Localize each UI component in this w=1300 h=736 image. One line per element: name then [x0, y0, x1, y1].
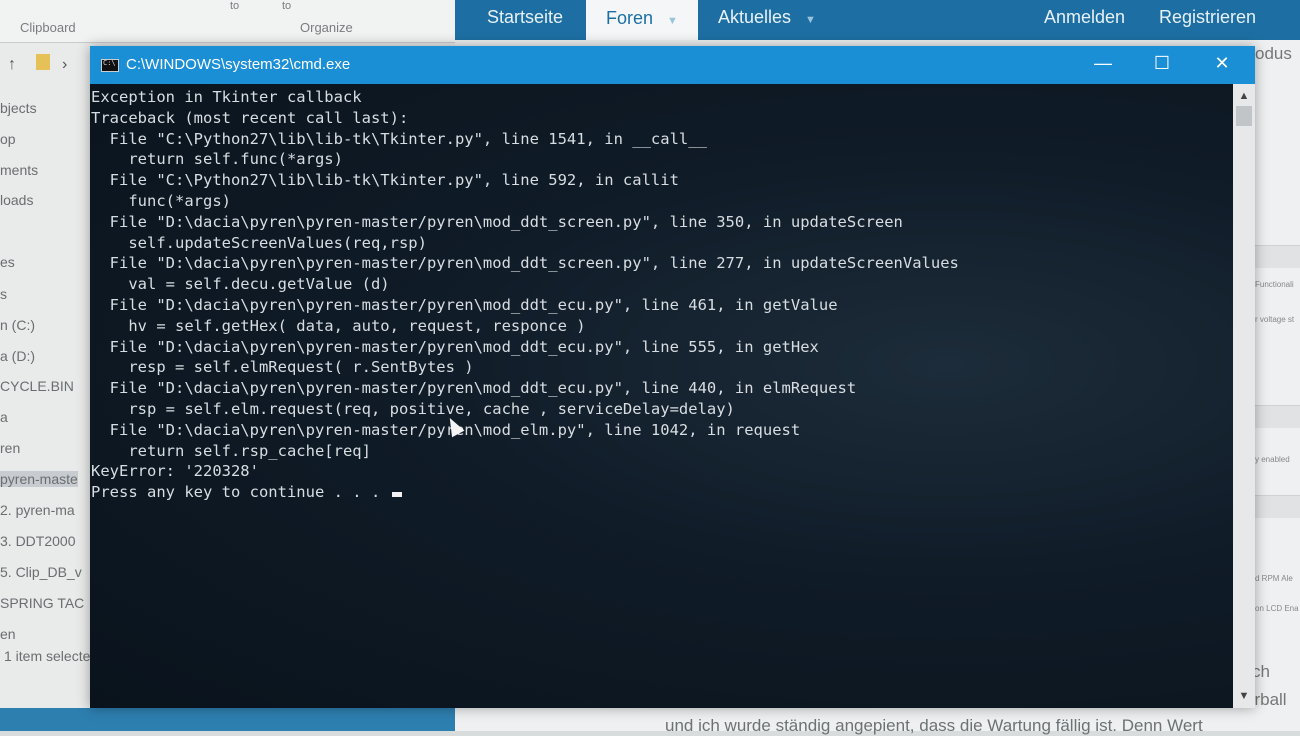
nav-item-selected[interactable]: pyren-maste — [0, 471, 78, 487]
console-prompt: Press any key to continue . . . — [91, 483, 390, 502]
console-line: hv = self.getHex( data, auto, request, r… — [91, 316, 586, 335]
console-line: KeyError: '220328' — [91, 462, 259, 481]
scroll-up-icon[interactable]: ▲ — [1233, 86, 1255, 106]
nav-tab-label: Startseite — [487, 7, 564, 27]
folder-icon — [36, 54, 50, 70]
cmd-window[interactable]: C:\WINDOWS\system32\cmd.exe — ☐ ✕ Except… — [90, 46, 1255, 708]
title-bar[interactable]: C:\WINDOWS\system32\cmd.exe — ☐ ✕ — [90, 46, 1255, 84]
ribbon-small-label: to — [282, 0, 292, 12]
forum-side-box — [1250, 495, 1300, 518]
forum-side-snippet: y enabled — [1255, 455, 1290, 464]
nav-tab-label: Foren — [606, 8, 654, 28]
nav-item[interactable]: 5. Clip_DB_v — [0, 564, 82, 580]
forum-side-snippet: r voltage st — [1255, 315, 1295, 324]
nav-tab-aktuelles[interactable]: Aktuelles ▼ — [718, 7, 816, 28]
nav-item[interactable]: a — [0, 409, 8, 425]
console-line: self.updateScreenValues(req,rsp) — [91, 233, 427, 252]
console-line: resp = self.elmRequest( r.SentBytes ) — [91, 358, 474, 377]
maximize-button[interactable]: ☐ — [1133, 46, 1191, 80]
scroll-thumb[interactable] — [1236, 106, 1252, 126]
forum-side-snippet: Functionali — [1255, 280, 1294, 289]
caret-down-icon[interactable]: ▼ — [667, 15, 678, 27]
ribbon-group-organize[interactable]: Organize — [300, 20, 353, 35]
cmd-icon[interactable] — [101, 59, 119, 72]
console-line: func(*args) — [91, 191, 231, 210]
console-line: File "D:\dacia\pyren\pyren-master/pyren\… — [91, 295, 838, 314]
nav-item-drive-d[interactable]: a (D:) — [0, 348, 35, 364]
caret-down-icon[interactable]: ▼ — [805, 14, 816, 26]
console-line: File "D:\dacia\pyren\pyren-master/pyren\… — [91, 420, 801, 439]
forum-side-box — [1250, 245, 1300, 268]
nav-item-recycle-bin[interactable]: CYCLE.BIN — [0, 378, 74, 394]
nav-item[interactable]: s — [0, 286, 7, 302]
console-line: File "C:\Python27\lib\lib-tk\Tkinter.py"… — [91, 171, 679, 190]
nav-item-drive-c[interactable]: n (C:) — [0, 317, 35, 333]
vertical-scrollbar[interactable]: ▲ ▼ — [1233, 84, 1255, 708]
console-text: Exception in Tkinter callback Traceback (… — [91, 87, 959, 503]
forum-side-text: odus — [1255, 44, 1292, 63]
console-line: rsp = self.elm.request(req, positive, ca… — [91, 399, 735, 418]
console-line: File "C:\Python27\lib\lib-tk\Tkinter.py"… — [91, 129, 707, 148]
nav-item[interactable]: ren — [0, 440, 20, 456]
console-line: Exception in Tkinter callback — [91, 88, 362, 106]
taskbar — [0, 708, 460, 731]
text-cursor — [391, 492, 402, 498]
nav-item[interactable]: op — [0, 131, 16, 147]
console-line: File "D:\dacia\pyren\pyren-master/pyren\… — [91, 254, 959, 273]
nav-tab-foren[interactable]: Foren ▼ — [586, 0, 698, 40]
console-line: return self.func(*args) — [91, 150, 343, 169]
forum-post-text: und ich wurde ständig angepient, dass di… — [665, 716, 1203, 735]
nav-item[interactable]: en — [0, 626, 16, 642]
window-title: C:\WINDOWS\system32\cmd.exe — [126, 56, 351, 73]
address-bar: ↑ › — [0, 48, 95, 84]
scroll-down-icon[interactable]: ▼ — [1233, 686, 1255, 706]
nav-tab-startseite[interactable]: Startseite — [487, 7, 563, 28]
up-arrow-icon[interactable]: ↑ — [8, 56, 16, 74]
nav-item[interactable]: bjects — [0, 100, 37, 116]
nav-item[interactable]: loads — [0, 192, 33, 208]
register-link[interactable]: Registrieren — [1159, 7, 1256, 28]
close-button[interactable]: ✕ — [1193, 46, 1251, 80]
nav-item[interactable]: SPRING TAC — [0, 595, 84, 611]
console-line: File "D:\dacia\pyren\pyren-master/pyren\… — [91, 337, 819, 356]
console-line: File "D:\dacia\pyren\pyren-master/pyren\… — [91, 379, 857, 398]
console-line: return self.rsp_cache[req] — [91, 441, 371, 460]
forum-side-snippet: d RPM Ale — [1255, 574, 1293, 583]
nav-tab-label: Aktuelles — [718, 7, 792, 27]
nav-item[interactable]: 3. DDT2000 — [0, 533, 75, 549]
ribbon-group-clipboard[interactable]: Clipboard — [20, 20, 76, 35]
navigation-pane: bjects op ments loads es s n (C:) a (D:)… — [0, 92, 90, 672]
minimize-button[interactable]: — — [1074, 46, 1132, 80]
console-output[interactable]: Exception in Tkinter callback Traceback (… — [90, 84, 1233, 708]
forum-nav-bar: Startseite Foren ▼ Aktuelles ▼ Anmelden Re… — [455, 0, 1300, 40]
ribbon-small-label: to — [230, 0, 240, 12]
explorer-ribbon: Clipboard to to Organize — [0, 0, 460, 43]
forum-side-snippet: on LCD Ena — [1255, 604, 1299, 613]
forum-side-box — [1250, 405, 1300, 428]
chevron-right-icon: › — [62, 56, 68, 73]
console-prompt-line: Press any key to continue . . . — [91, 482, 959, 503]
console-line: Traceback (most recent call last): — [91, 108, 409, 127]
nav-item[interactable]: es — [0, 254, 15, 270]
explorer-status-bar: 1 item selecte — [4, 648, 91, 664]
nav-item[interactable]: 2. pyren-ma — [0, 502, 75, 518]
nav-item[interactable]: ments — [0, 162, 38, 178]
login-link[interactable]: Anmelden — [1044, 7, 1125, 28]
console-line: val = self.decu.getValue (d) — [91, 275, 390, 294]
console-line: File "D:\dacia\pyren\pyren-master/pyren\… — [91, 212, 903, 231]
